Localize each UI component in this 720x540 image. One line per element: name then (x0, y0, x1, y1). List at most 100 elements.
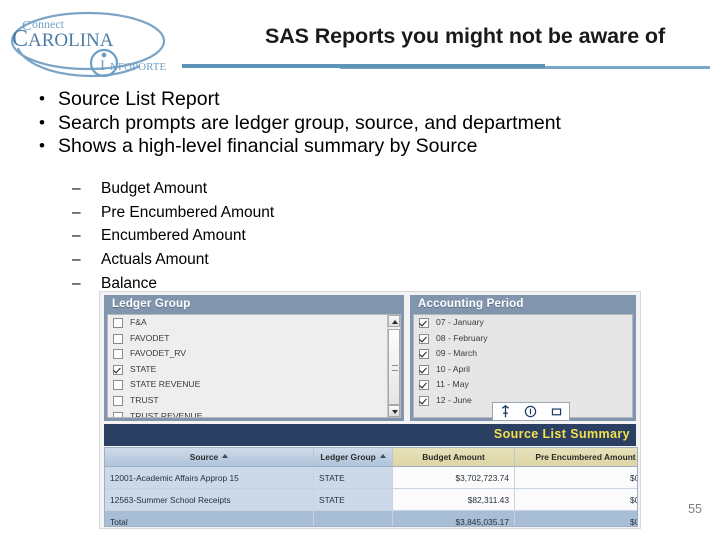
checkbox-icon[interactable] (113, 395, 123, 406)
sub-bullet-text: Pre Encumbered Amount (101, 203, 275, 221)
list-item[interactable]: 11 - May (414, 377, 632, 393)
list-item: • Shows a high-level financial summary b… (28, 135, 698, 159)
dash-marker: – (72, 180, 81, 197)
list-item-label: 08 - February (436, 332, 488, 343)
cell-total-budget-amount: $3,845,035.17 (392, 510, 515, 526)
table-row[interactable]: 12563-Summer School Receipts STATE $82,3… (105, 488, 637, 511)
floating-mini-toolbar[interactable] (492, 402, 570, 421)
bullet-list: • Source List Report • Search prompts ar… (28, 88, 698, 159)
bullet-marker: • (39, 112, 45, 132)
dash-marker: – (72, 227, 81, 245)
column-header-source[interactable]: Source (105, 448, 314, 467)
list-item-label: F&A (130, 317, 147, 327)
cell-total-ledger-group (313, 510, 393, 526)
sub-bullet-text: Budget Amount (101, 180, 207, 197)
ledger-group-list[interactable]: F&A FAVODET FAVODET_RV STATE STATE REVEN… (107, 314, 401, 418)
page-title: SAS Reports you might not be aware of (264, 24, 666, 48)
scroll-down-icon[interactable] (388, 405, 400, 417)
list-item: • Source List Report (28, 88, 698, 112)
list-item[interactable]: FAVODET (108, 331, 400, 347)
dash-marker: – (72, 274, 81, 292)
bullet-marker: • (39, 89, 45, 108)
column-header-label: Budget Amount (422, 452, 485, 462)
list-item-label: 12 - June (436, 394, 472, 405)
list-item[interactable]: STATE (108, 362, 400, 378)
dash-marker: – (72, 251, 81, 269)
scrollbar-thumb[interactable] (388, 329, 400, 405)
list-item[interactable]: 07 - January (414, 315, 632, 331)
list-item[interactable]: TRUST REVENUE (108, 409, 400, 417)
column-header-ledger-group[interactable]: Ledger Group (313, 448, 393, 467)
sub-bullet-list: – Budget Amount – Pre Encumbered Amount … (68, 177, 468, 296)
list-item[interactable]: 09 - March (414, 346, 632, 362)
table-row[interactable]: 12001-Academic Affairs Approp 15 STATE $… (105, 466, 637, 489)
ledger-group-panel-title: Ledger Group (112, 298, 191, 310)
sort-arrow-icon[interactable] (222, 454, 229, 458)
list-item: – Pre Encumbered Amount (68, 201, 468, 225)
connect-carolina-infoporte-logo: C onnect C AROLINA I NFOPORTE (4, 6, 194, 82)
column-header-pre-encumbered-amount[interactable]: Pre Encumbered Amount (514, 448, 637, 467)
checkbox-icon-checked[interactable] (419, 318, 429, 328)
logo-infoporte-i: I (100, 58, 105, 74)
results-table-container[interactable]: Source Ledger Group Budget Amount Pre En… (104, 447, 638, 527)
column-header-label: Pre Encumbered Amount (535, 452, 636, 462)
column-header-budget-amount[interactable]: Budget Amount (392, 448, 515, 467)
title-rule-dark (182, 64, 545, 68)
info-icon[interactable] (524, 405, 537, 418)
checkbox-icon-checked[interactable] (419, 395, 429, 406)
bullet-text: Search prompts are ledger group, source,… (58, 111, 561, 134)
pin-icon[interactable] (499, 405, 512, 418)
list-item-label: 10 - April (436, 363, 470, 374)
source-list-summary-table: Source Ledger Group Budget Amount Pre En… (105, 448, 637, 526)
logo-artwork: C onnect C AROLINA I NFOPORTE (10, 11, 166, 78)
checkbox-icon[interactable] (113, 380, 123, 391)
cell-total-label: Total (105, 510, 314, 526)
list-item: • Search prompts are ledger group, sourc… (28, 112, 698, 136)
cell-budget-amount: $3,702,723.74 (392, 466, 515, 489)
cell-source: 12001-Academic Affairs Approp 15 (105, 466, 314, 489)
checkbox-icon-checked[interactable] (419, 333, 429, 344)
column-header-label: Ledger Group (320, 452, 376, 462)
sub-bullet-text: Encumbered Amount (101, 227, 246, 245)
checkbox-icon-checked[interactable] (419, 380, 429, 391)
list-item-label: FAVODET_RV (130, 348, 187, 359)
list-item: – Encumbered Amount (68, 224, 468, 248)
dash-marker: – (72, 203, 81, 221)
list-item-label: TRUST (130, 394, 159, 405)
checkbox-icon-checked[interactable] (419, 349, 429, 360)
list-item: – Budget Amount (68, 177, 468, 201)
checkbox-icon-checked[interactable] (419, 364, 429, 375)
accounting-period-panel-title: Accounting Period (418, 298, 524, 310)
bullet-marker: • (39, 136, 45, 155)
checkbox-icon[interactable] (113, 318, 123, 328)
cell-ledger-group: STATE (313, 466, 393, 489)
list-item[interactable]: STATE REVENUE (108, 377, 400, 393)
table-total-row: Total $3,845,035.17 $0.00 (105, 510, 637, 526)
logo-connect-text: onnect (32, 17, 65, 31)
embedded-app-screenshot: Ledger Group F&A FAVODET FAVODET_RV STAT… (100, 292, 640, 528)
list-item[interactable]: TRUST (108, 393, 400, 409)
cell-budget-amount: $82,311.43 (392, 488, 515, 511)
list-item-label: 09 - March (436, 348, 478, 359)
logo-carolina-c: C (12, 26, 28, 52)
bullet-text: Source List Report (58, 88, 220, 110)
cell-pre-encumbered-amount: $0.00 (514, 488, 637, 511)
list-item-label: 11 - May (436, 379, 469, 390)
maximize-icon[interactable] (550, 405, 563, 418)
list-item[interactable]: 08 - February (414, 331, 632, 347)
list-item-label: FAVODET (130, 332, 170, 343)
checkbox-icon[interactable] (113, 411, 123, 417)
ledger-group-panel: Ledger Group F&A FAVODET FAVODET_RV STAT… (104, 295, 404, 421)
sort-arrow-icon[interactable] (379, 454, 386, 458)
list-item-label: 07 - January (436, 317, 484, 327)
summary-title: Source List Summary (493, 427, 630, 441)
list-item[interactable]: F&A (108, 315, 400, 331)
list-item[interactable]: FAVODET_RV (108, 346, 400, 362)
vertical-scrollbar[interactable] (387, 315, 400, 417)
checkbox-icon[interactable] (113, 333, 123, 344)
list-item[interactable]: 10 - April (414, 362, 632, 378)
scroll-up-icon[interactable] (388, 315, 400, 327)
page-number: 55 (688, 502, 702, 516)
checkbox-icon-checked[interactable] (113, 364, 123, 375)
checkbox-icon[interactable] (113, 349, 123, 360)
